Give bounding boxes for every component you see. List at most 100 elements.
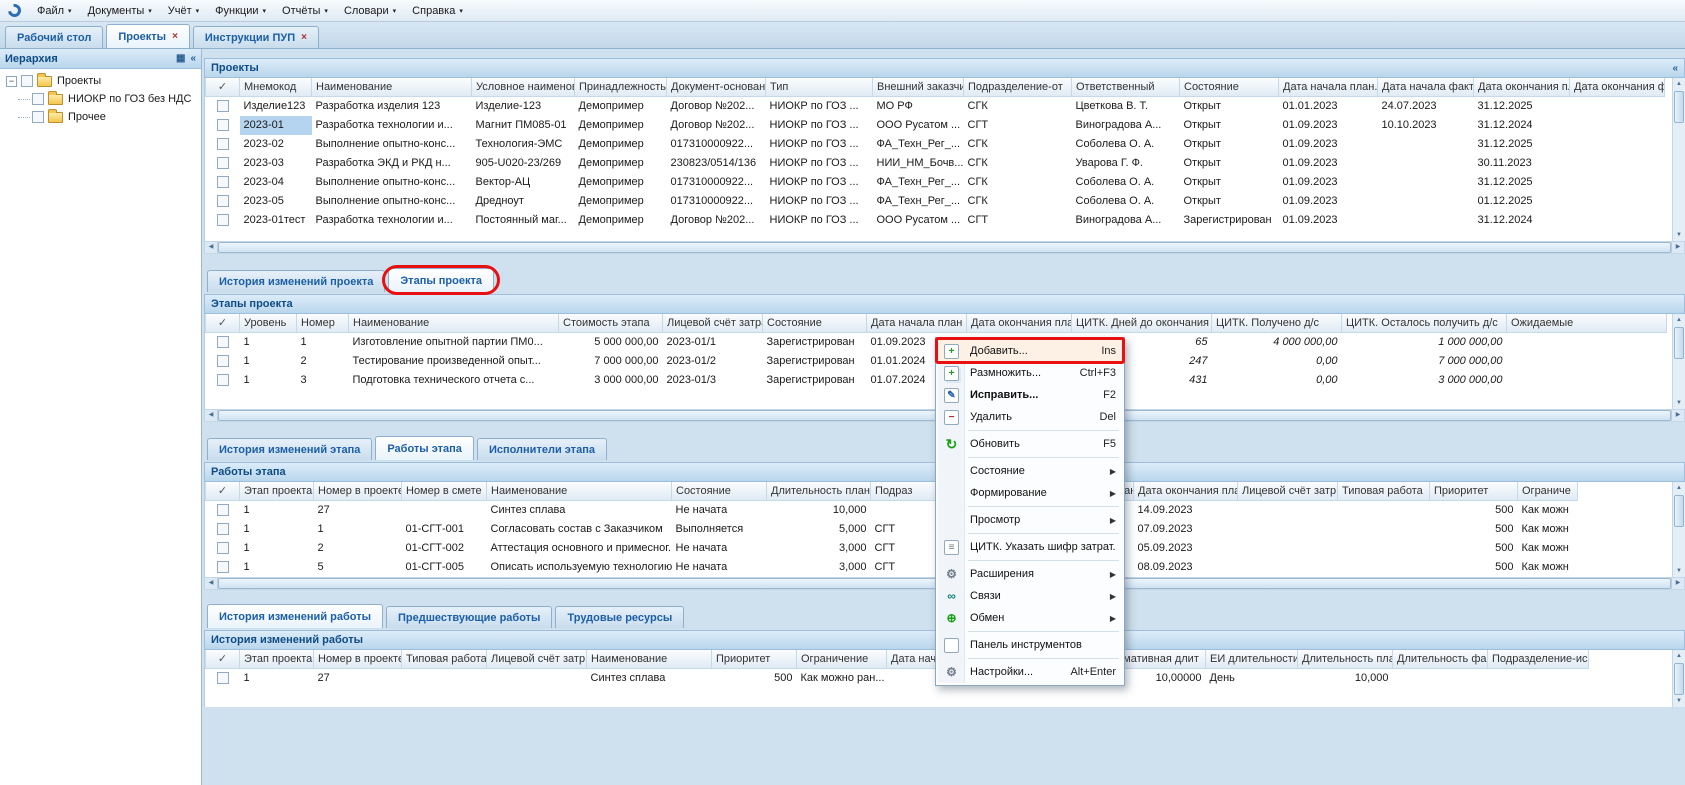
scroll-down-icon[interactable]: ▼ bbox=[1673, 229, 1685, 241]
row-checkbox[interactable] bbox=[217, 176, 229, 188]
projects-column-header-6[interactable]: Тип bbox=[766, 78, 873, 96]
scroll-down-icon[interactable]: ▼ bbox=[1673, 397, 1685, 409]
work-detail-tab-3[interactable]: Трудовые ресурсы bbox=[555, 606, 684, 628]
context-menu-item-16[interactable]: ∞Связи▶ bbox=[938, 585, 1122, 607]
row-checkbox[interactable] bbox=[217, 100, 229, 112]
context-menu-item-2[interactable]: +Размножить...Ctrl+F3 bbox=[938, 362, 1122, 384]
scroll-thumb[interactable] bbox=[218, 242, 1671, 253]
menubar-item-4[interactable]: Функции▾ bbox=[207, 0, 274, 21]
context-menu-item-11[interactable]: Просмотр▶ bbox=[938, 509, 1122, 531]
row-checkbox[interactable] bbox=[217, 119, 229, 131]
history-column-header-6[interactable]: Приоритет bbox=[712, 650, 797, 668]
projects-horizontal-scrollbar[interactable]: ◀ ▶ bbox=[204, 241, 1685, 254]
row-checkbox[interactable] bbox=[217, 195, 229, 207]
stages-column-header-7[interactable]: Дата начала план bbox=[867, 314, 967, 332]
collapse-sidebar-icon[interactable]: « bbox=[190, 53, 196, 64]
projects-column-header-7[interactable]: Внешний заказчик bbox=[873, 78, 964, 96]
works-column-header-11[interactable]: Типовая работа bbox=[1338, 482, 1430, 500]
history-column-header-5[interactable]: Наименование bbox=[587, 650, 712, 668]
projects-column-header-12[interactable]: Дата начала факт bbox=[1378, 78, 1474, 96]
works-column-header-10[interactable]: Лицевой счёт затр bbox=[1238, 482, 1338, 500]
works-column-header-4[interactable]: Наименование bbox=[487, 482, 672, 500]
row-checkbox[interactable] bbox=[217, 542, 229, 554]
context-menu-item-4[interactable]: −УдалитьDel bbox=[938, 406, 1122, 428]
menubar-item-2[interactable]: Документы▾ bbox=[80, 0, 160, 21]
stage-detail-tab-1[interactable]: История изменений этапа bbox=[207, 438, 372, 460]
row-checkbox[interactable] bbox=[217, 374, 229, 386]
works-row-2[interactable]: 1101-СГТ-001Согласовать состав с Заказчи… bbox=[206, 520, 1578, 539]
history-column-header-13[interactable]: Подразделение-ис bbox=[1488, 650, 1589, 668]
row-checkbox[interactable] bbox=[217, 504, 229, 516]
panel-collapse-icon[interactable]: « bbox=[1672, 63, 1678, 74]
scroll-right-icon[interactable]: ▶ bbox=[1671, 410, 1684, 421]
projects-column-header-3[interactable]: Условное наименова bbox=[472, 78, 575, 96]
history-column-header-1[interactable]: Этап проекта bbox=[240, 650, 314, 668]
row-checkbox[interactable] bbox=[217, 523, 229, 535]
history-column-header-3[interactable]: Типовая работа bbox=[402, 650, 487, 668]
projects-row-3[interactable]: 2023-02Выполнение опытно-конс...Технолог… bbox=[206, 135, 1665, 154]
works-row-4[interactable]: 1501-СГТ-005Описать используемую техноло… bbox=[206, 558, 1578, 577]
works-row-3[interactable]: 1201-СГТ-002Аттестация основного и приме… bbox=[206, 539, 1578, 558]
history-column-header-7[interactable]: Ограничение bbox=[797, 650, 887, 668]
context-menu-item-1[interactable]: +Добавить...Ins bbox=[938, 340, 1122, 362]
projects-vertical-scrollbar[interactable]: ▲ ▼ bbox=[1672, 78, 1685, 241]
scroll-thumb[interactable] bbox=[1674, 495, 1684, 527]
scroll-right-icon[interactable]: ▶ bbox=[1671, 578, 1684, 589]
history-column-header-12[interactable]: Длительность фак bbox=[1393, 650, 1488, 668]
tree-item-2[interactable]: НИОКР по ГОЗ без НДС bbox=[2, 90, 199, 108]
scroll-left-icon[interactable]: ◀ bbox=[205, 410, 218, 421]
context-menu-item-15[interactable]: ⚙Расширения▶ bbox=[938, 563, 1122, 585]
projects-row-7[interactable]: 2023-01тестРазработка технологии и...Пос… bbox=[206, 211, 1665, 230]
history-column-header-2[interactable]: Номер в проекте bbox=[314, 650, 402, 668]
tree-expander-icon[interactable]: − bbox=[6, 76, 17, 87]
scroll-left-icon[interactable]: ◀ bbox=[205, 578, 218, 589]
tree-checkbox[interactable] bbox=[21, 75, 33, 87]
works-column-header-1[interactable]: Этап проекта bbox=[240, 482, 314, 500]
scroll-down-icon[interactable]: ▼ bbox=[1673, 695, 1685, 707]
menubar-item-3[interactable]: Учёт▾ bbox=[160, 0, 207, 21]
stages-column-header-4[interactable]: Стоимость этапа bbox=[559, 314, 663, 332]
works-column-header-9[interactable]: Дата окончания план bbox=[1134, 482, 1238, 500]
tab-2[interactable]: Проекты× bbox=[106, 24, 190, 48]
projects-row-1[interactable]: Изделие123Разработка изделия 123Изделие-… bbox=[206, 96, 1665, 116]
projects-column-header-4[interactable]: Принадлежность bbox=[575, 78, 667, 96]
history-row-1[interactable]: 127Синтез сплава500Как можно ран...10,00… bbox=[206, 668, 1589, 688]
scroll-up-icon[interactable]: ▲ bbox=[1673, 78, 1685, 90]
history-column-header-11[interactable]: Длительность пла bbox=[1298, 650, 1393, 668]
scroll-down-icon[interactable]: ▼ bbox=[1673, 565, 1685, 577]
works-vertical-scrollbar[interactable]: ▲ ▼ bbox=[1672, 482, 1685, 577]
projects-check-column-header[interactable]: ✓ bbox=[206, 78, 240, 96]
stages-column-header-3[interactable]: Наименование bbox=[349, 314, 559, 332]
projects-column-header-2[interactable]: Наименование bbox=[312, 78, 472, 96]
tree-item-1[interactable]: −Проекты bbox=[2, 72, 199, 90]
tab-close-icon[interactable]: × bbox=[301, 33, 307, 43]
context-menu-item-9[interactable]: Формирование▶ bbox=[938, 482, 1122, 504]
context-menu-item-6[interactable]: ↻ОбновитьF5 bbox=[938, 433, 1122, 455]
works-row-1[interactable]: 127Синтез сплаваНе начата10,00014.09.202… bbox=[206, 500, 1578, 520]
row-checkbox[interactable] bbox=[217, 561, 229, 573]
stages-vertical-scrollbar[interactable]: ▲ ▼ bbox=[1672, 314, 1685, 409]
projects-column-header-10[interactable]: Состояние bbox=[1180, 78, 1279, 96]
tab-close-icon[interactable]: × bbox=[172, 32, 178, 42]
scroll-thumb[interactable] bbox=[1674, 663, 1684, 695]
scroll-right-icon[interactable]: ▶ bbox=[1671, 242, 1684, 253]
grid-view-icon[interactable]: ▦ bbox=[176, 53, 185, 64]
row-checkbox[interactable] bbox=[217, 336, 229, 348]
stages-column-header-10[interactable]: ЦИТК. Получено д/с bbox=[1212, 314, 1342, 332]
projects-row-5[interactable]: 2023-04Выполнение опытно-конс...Вектор-А… bbox=[206, 173, 1665, 192]
stages-check-column-header[interactable]: ✓ bbox=[206, 314, 240, 332]
history-check-column-header[interactable]: ✓ bbox=[206, 650, 240, 668]
row-checkbox[interactable] bbox=[217, 157, 229, 169]
menubar-item-6[interactable]: Словари▾ bbox=[336, 0, 404, 21]
tree-checkbox[interactable] bbox=[32, 93, 44, 105]
stages-column-header-8[interactable]: Дата окончания план bbox=[967, 314, 1072, 332]
scroll-up-icon[interactable]: ▲ bbox=[1673, 314, 1685, 326]
scroll-up-icon[interactable]: ▲ bbox=[1673, 650, 1685, 662]
menubar-item-1[interactable]: Файл▾ bbox=[29, 0, 80, 21]
projects-column-header-13[interactable]: Дата окончания пл bbox=[1474, 78, 1570, 96]
context-menu-item-8[interactable]: Состояние▶ bbox=[938, 460, 1122, 482]
stage-detail-tab-2[interactable]: Работы этапа bbox=[375, 436, 474, 460]
projects-column-header-11[interactable]: Дата начала план. bbox=[1279, 78, 1378, 96]
scroll-left-icon[interactable]: ◀ bbox=[205, 242, 218, 253]
history-column-header-10[interactable]: ЕИ длительности bbox=[1206, 650, 1298, 668]
